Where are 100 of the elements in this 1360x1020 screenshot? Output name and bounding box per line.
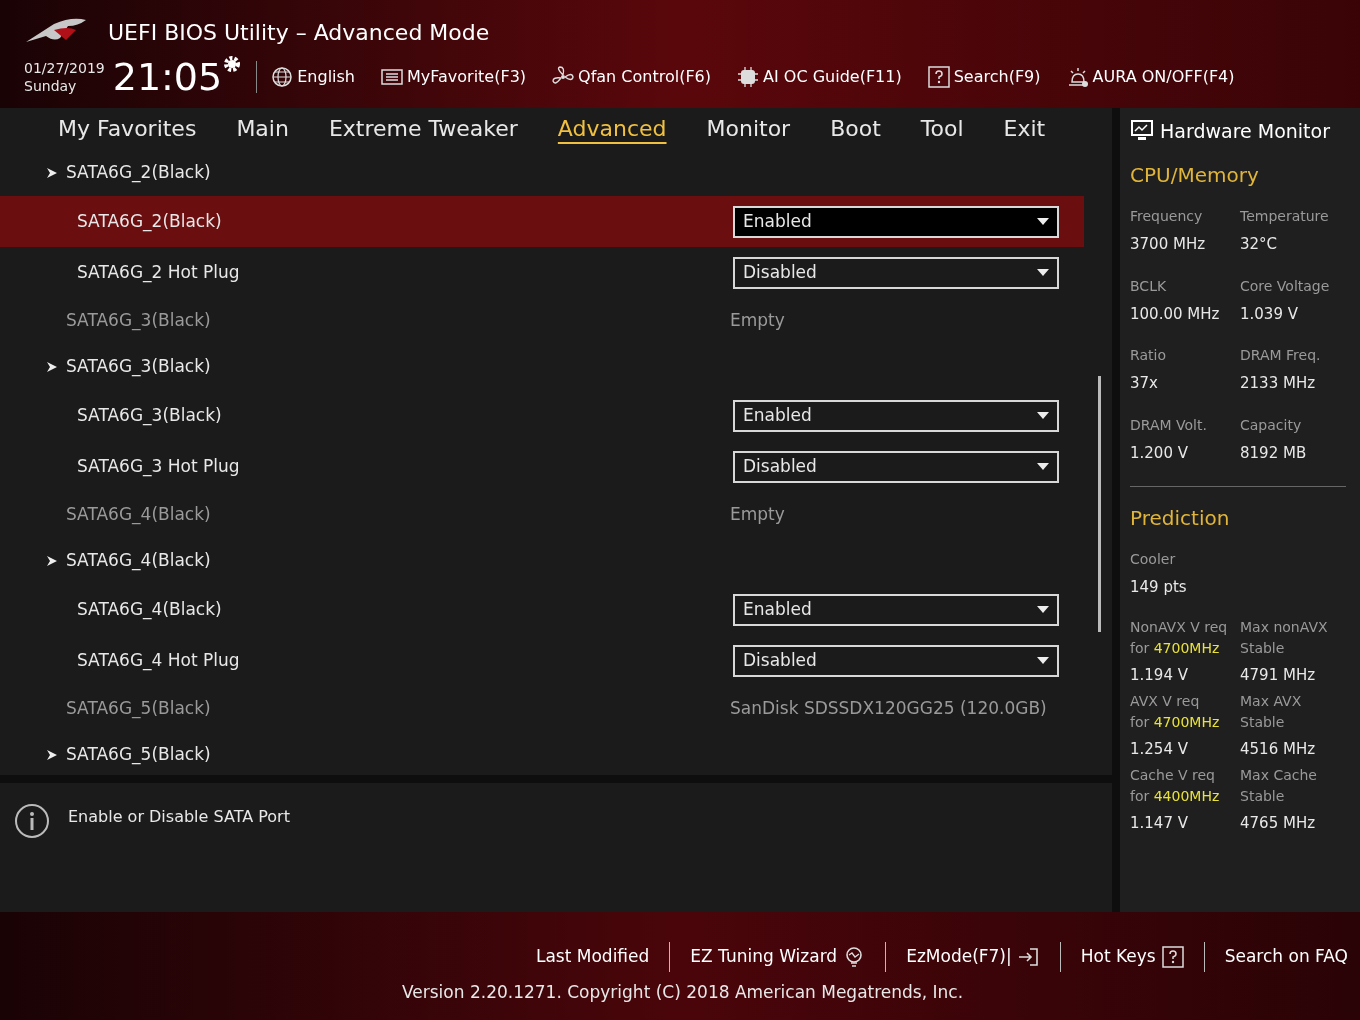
stat-value: 4791 MHz xyxy=(1240,664,1317,686)
toolbar-button[interactable]: Search(F9) xyxy=(927,65,1041,89)
stat-label: for 4400MHz xyxy=(1130,786,1221,806)
tab[interactable]: Tool xyxy=(920,111,964,145)
dropdown[interactable]: Enabled xyxy=(733,593,1059,626)
caret-icon xyxy=(1037,217,1049,226)
toolbar-button[interactable]: English xyxy=(271,65,355,89)
stat-label: Capacity xyxy=(1240,415,1303,435)
tab[interactable]: Advanced xyxy=(557,111,667,145)
help-text: Enable or Disable SATA Port xyxy=(68,806,290,828)
setting-group[interactable]: SATA6G_5(Black) xyxy=(66,742,211,768)
dropdown[interactable]: Disabled xyxy=(733,450,1059,483)
list-icon xyxy=(381,66,403,88)
section-title: Prediction xyxy=(1130,505,1231,532)
window-title: UEFI BIOS Utility – Advanced Mode xyxy=(108,18,490,47)
section-title: CPU/Memory xyxy=(1130,162,1260,189)
setting-row[interactable]: SATA6G_2 Hot Plug Disabled xyxy=(0,247,1084,298)
day-text: Sunday xyxy=(24,77,78,95)
tab[interactable]: Extreme Tweaker xyxy=(328,111,518,145)
tab[interactable]: Monitor xyxy=(706,111,791,145)
expand-arrow-icon[interactable] xyxy=(46,167,58,179)
help-icon xyxy=(927,66,950,88)
monitor-icon xyxy=(1130,119,1154,143)
dropdown[interactable]: Disabled xyxy=(733,644,1059,677)
help-icon xyxy=(1161,946,1184,968)
stat-value: 4516 MHz xyxy=(1240,738,1317,760)
stat-value: 1.147 V xyxy=(1130,812,1189,834)
footer-link[interactable]: Last Modified xyxy=(535,944,650,970)
dropdown[interactable]: Enabled xyxy=(733,399,1059,432)
setting-group[interactable]: SATA6G_3(Black) xyxy=(66,354,211,380)
stat-value: 3700 MHz xyxy=(1130,234,1207,255)
setting-label: SATA6G_3(Black) xyxy=(66,309,212,333)
caret-icon xyxy=(1037,605,1049,614)
setting-label: SATA6G_2 Hot Plug xyxy=(77,260,241,285)
footer-link[interactable]: Hot Keys xyxy=(1080,944,1184,970)
lamp-icon xyxy=(1066,66,1089,88)
stat-label: Max nonAVX xyxy=(1240,617,1329,637)
stat-value: 32°C xyxy=(1240,234,1279,255)
stat-label: Stable xyxy=(1240,638,1286,658)
stat-label: Cache V req xyxy=(1130,765,1216,785)
setting-group[interactable]: SATA6G_4(Black) xyxy=(66,548,211,574)
setting-label: SATA6G_4 Hot Plug xyxy=(77,648,241,673)
stat-label: BCLK xyxy=(1130,276,1168,296)
setting-group[interactable]: SATA6G_2(Black) xyxy=(66,160,211,186)
stat-label: Temperature xyxy=(1240,207,1330,226)
dropdown[interactable]: Disabled xyxy=(733,256,1059,289)
tab[interactable]: Main xyxy=(236,111,289,145)
expand-arrow-icon[interactable] xyxy=(46,555,58,567)
setting-row[interactable]: SATA6G_4 Hot Plug Disabled xyxy=(0,635,1084,686)
setting-label: SATA6G_4(Black) xyxy=(66,503,212,527)
stat-label: Frequency xyxy=(1130,207,1204,226)
stat-value: 1.254 V xyxy=(1130,738,1189,760)
stat-label: for 4700MHz xyxy=(1130,712,1221,732)
stat-value: 1.039 V xyxy=(1240,303,1299,325)
footer-link[interactable]: Search on FAQ xyxy=(1224,944,1348,970)
expand-arrow-icon[interactable] xyxy=(46,749,58,761)
stat-label: Ratio xyxy=(1130,346,1167,365)
setting-label: SATA6G_2(Black) xyxy=(77,209,223,234)
footer-link[interactable]: EZ Tuning Wizard xyxy=(690,944,866,970)
dropdown[interactable]: Enabled xyxy=(733,205,1059,238)
panel-title: Hardware Monitor xyxy=(1160,118,1330,144)
exit-arrow-icon xyxy=(1017,946,1040,968)
expand-arrow-icon[interactable] xyxy=(46,361,58,373)
footer-link[interactable]: EzMode(F7)| xyxy=(906,944,1040,970)
toolbar-button[interactable]: AURA ON/OFF(F4) xyxy=(1066,65,1235,89)
setting-row[interactable]: SATA6G_4(Black) Enabled xyxy=(0,584,1084,635)
setting-label: SATA6G_5(Black) xyxy=(66,697,212,721)
stat-label: DRAM Volt. xyxy=(1130,415,1208,435)
version-text: Version 2.20.1271. Copyright (C) 2018 American Megatrends, Inc. xyxy=(402,981,964,1004)
scrollbar[interactable] xyxy=(1098,376,1101,632)
stat-label: Max AVX xyxy=(1240,691,1303,711)
info-icon xyxy=(14,803,50,839)
globe-icon xyxy=(271,66,294,88)
chip-icon xyxy=(737,66,760,88)
setting-label: SATA6G_3 Hot Plug xyxy=(77,454,241,479)
stat-label: NonAVX V req xyxy=(1130,617,1229,637)
stat-label: Cooler xyxy=(1130,550,1177,569)
toolbar-button[interactable]: AI OC Guide(F11) xyxy=(737,65,902,89)
stat-label: AVX V req xyxy=(1130,691,1201,711)
toolbar-button[interactable]: Qfan Control(F6) xyxy=(552,65,712,89)
setting-value: SanDisk SDSSDX120GG25 (120.0GB) xyxy=(730,697,1047,721)
tab[interactable]: Exit xyxy=(1003,111,1046,145)
tab[interactable]: My Favorites xyxy=(58,111,197,145)
stat-label: Max Cache xyxy=(1240,765,1318,785)
stat-label: DRAM Freq. xyxy=(1240,346,1322,365)
toolbar-button[interactable]: MyFavorite(F3) xyxy=(381,65,527,89)
stat-value: 8192 MB xyxy=(1240,442,1308,464)
selected-row-highlight[interactable]: SATA6G_2(Black) Enabled xyxy=(0,196,1084,247)
setting-row[interactable]: SATA6G_3(Black) Enabled xyxy=(0,390,1084,441)
setting-row[interactable]: SATA6G_3 Hot Plug Disabled xyxy=(0,441,1084,492)
clock-time: 21:05 xyxy=(112,58,223,96)
stat-label: for 4700MHz xyxy=(1130,638,1221,658)
caret-icon xyxy=(1037,411,1049,420)
stat-value: 149 pts xyxy=(1130,577,1188,598)
date-text: 01/27/2019 xyxy=(24,59,105,77)
caret-icon xyxy=(1037,656,1049,665)
settings-icon[interactable] xyxy=(222,54,243,74)
caret-icon xyxy=(1037,268,1049,277)
stat-value: 1.200 V xyxy=(1130,442,1189,464)
tab[interactable]: Boot xyxy=(830,111,881,145)
